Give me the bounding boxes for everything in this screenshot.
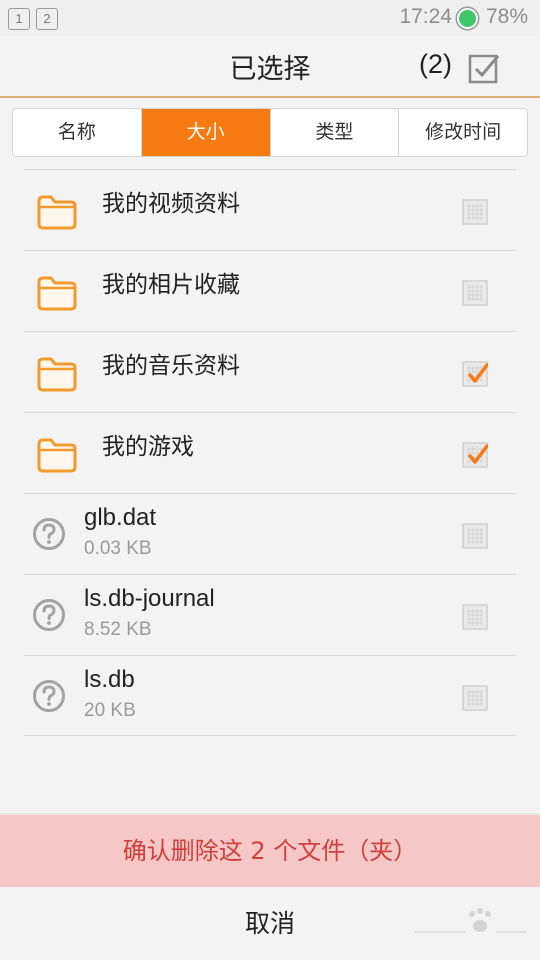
list-item-folder[interactable]: 我的视频资料 [24, 169, 516, 250]
unknown-file-icon [33, 518, 65, 550]
list-item-folder[interactable]: 我的相片收藏 [24, 250, 516, 331]
confirm-delete-button[interactable]: 确认删除这 2 个文件（夹） [0, 813, 540, 887]
folder-name: 我的游戏 [102, 434, 194, 460]
tab-sort-name[interactable]: 名称 [13, 109, 142, 156]
checked-checkbox-icon[interactable] [462, 361, 488, 387]
checked-checkbox-icon[interactable] [462, 442, 488, 468]
unknown-file-icon [33, 680, 65, 712]
folder-name: 我的视频资料 [102, 191, 240, 217]
list-item-file[interactable]: ls.db-journal 8.52 KB [24, 574, 516, 655]
folder-icon [37, 357, 77, 392]
status-time: 17:24 [399, 5, 452, 28]
tab-sort-size[interactable]: 大小 [141, 109, 271, 156]
tab-sort-modified-time[interactable]: 修改时间 [399, 109, 527, 156]
file-size: 20 KB [84, 700, 136, 721]
file-name: ls.db-journal [84, 585, 215, 612]
select-all-checkbox-icon[interactable] [468, 52, 500, 84]
folder-name: 我的音乐资料 [102, 353, 240, 379]
unchecked-checkbox-icon[interactable] [462, 280, 488, 306]
unchecked-checkbox-icon[interactable] [462, 199, 488, 225]
folder-icon [37, 438, 77, 473]
unchecked-checkbox-icon[interactable] [462, 685, 488, 711]
watermark-logo [414, 908, 526, 933]
page-title: 已选择 [229, 54, 311, 85]
unchecked-checkbox-icon[interactable] [462, 604, 488, 630]
unchecked-checkbox-icon[interactable] [462, 523, 488, 549]
list-item-folder[interactable]: 我的游戏 [24, 412, 516, 493]
battery-icon [457, 8, 478, 29]
folder-icon [37, 276, 77, 311]
battery-level: 78% [485, 5, 528, 28]
folder-name: 我的相片收藏 [102, 272, 240, 298]
folder-icon [37, 195, 77, 230]
file-name: glb.dat [84, 504, 157, 531]
sort-tabs: 名称 大小 类型 修改时间 [12, 108, 528, 157]
selection-header: 已选择 (2) [0, 36, 540, 98]
selected-count: (2) [419, 49, 452, 79]
file-list: 我的视频资料 我的相片收藏 我的音乐资料 我的游戏 glb.dat 0.03 K… [24, 169, 516, 736]
tab-sort-type[interactable]: 类型 [271, 109, 400, 156]
list-item-file[interactable]: ls.db 20 KB [24, 655, 516, 736]
list-item-file[interactable]: glb.dat 0.03 KB [24, 493, 516, 574]
file-size: 0.03 KB [84, 538, 152, 559]
unknown-file-icon [33, 599, 65, 631]
notification-icon: 2 [36, 8, 58, 30]
file-name: ls.db [84, 666, 135, 693]
list-item-folder[interactable]: 我的音乐资料 [24, 331, 516, 412]
status-bar: 1 2 17:24 78% [0, 0, 540, 36]
file-size: 8.52 KB [84, 619, 152, 640]
notification-icon: 1 [8, 8, 30, 30]
